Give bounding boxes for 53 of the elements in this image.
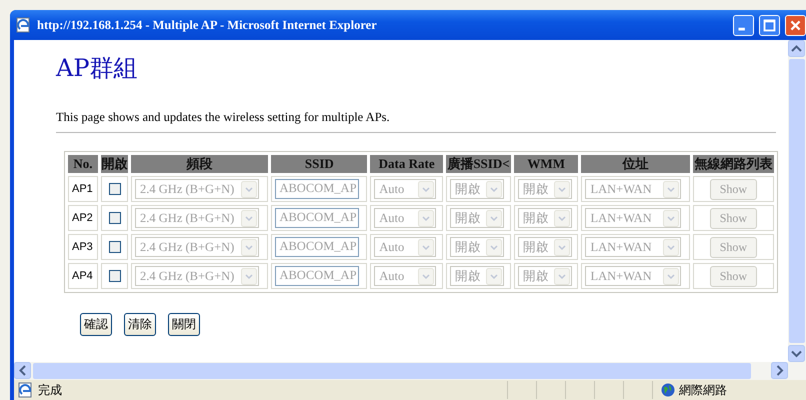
scroll-left-icon[interactable] bbox=[14, 362, 31, 379]
table-cell: AP2 bbox=[68, 205, 98, 231]
globe-icon bbox=[661, 383, 675, 397]
page-icon bbox=[16, 17, 32, 33]
table-cell: AP3 bbox=[68, 234, 98, 260]
table-cell: AP4 bbox=[68, 263, 98, 289]
scrollbar-thumb[interactable] bbox=[789, 59, 805, 343]
scrollbar-thumb[interactable] bbox=[33, 363, 751, 379]
status-text: 完成 bbox=[38, 382, 63, 398]
zone-text: 網際網路 bbox=[679, 382, 727, 398]
caret-icon bbox=[554, 180, 570, 198]
minimize-icon[interactable] bbox=[733, 14, 754, 36]
caret-icon bbox=[663, 210, 680, 226]
caret-icon bbox=[418, 210, 434, 226]
page-icon bbox=[18, 382, 34, 398]
caret-icon bbox=[241, 210, 258, 226]
action-button[interactable]: 確認 bbox=[80, 313, 112, 336]
column-header: WMM bbox=[514, 155, 578, 173]
caret-icon bbox=[241, 268, 258, 284]
caret-icon bbox=[554, 268, 570, 284]
caret-icon bbox=[418, 180, 434, 198]
caret-icon bbox=[554, 238, 570, 256]
column-header: 廣播SSID< bbox=[446, 155, 511, 173]
caret-icon bbox=[418, 238, 434, 256]
caret-icon bbox=[663, 238, 680, 256]
column-header: 頻段 bbox=[131, 155, 268, 173]
scroll-down-icon[interactable] bbox=[788, 345, 805, 362]
caret-icon bbox=[241, 180, 258, 198]
caret-icon bbox=[663, 268, 680, 284]
window-title: http://192.168.1.254 - Multiple AP - Microsoft Internet Explorer bbox=[37, 18, 378, 32]
caret-icon bbox=[241, 238, 258, 256]
column-header: Data Rate bbox=[370, 155, 444, 173]
scroll-up-icon[interactable] bbox=[788, 40, 805, 57]
column-header: 位址 bbox=[581, 155, 690, 173]
action-button[interactable]: 關閉 bbox=[168, 313, 200, 336]
column-header: 開啟 bbox=[100, 155, 128, 173]
action-button[interactable]: 清除 bbox=[124, 313, 156, 336]
page-description: This page shows and updates the wireless setting for multiple APs. bbox=[56, 110, 776, 133]
caret-icon bbox=[663, 180, 680, 198]
maximize-icon[interactable] bbox=[759, 14, 780, 36]
close-icon[interactable] bbox=[785, 14, 806, 36]
caret-icon bbox=[486, 268, 502, 284]
caret-icon bbox=[418, 268, 434, 284]
column-header: SSID bbox=[271, 155, 368, 173]
caret-icon bbox=[486, 210, 502, 226]
table-cell: AP1 bbox=[68, 176, 98, 202]
caret-icon bbox=[486, 180, 502, 198]
caret-icon bbox=[486, 238, 502, 256]
caret-icon bbox=[554, 210, 570, 226]
column-header: No. bbox=[68, 155, 98, 173]
scroll-right-icon[interactable] bbox=[771, 362, 788, 379]
page-heading: AP群組 bbox=[56, 53, 138, 84]
column-header: 無線網路列表 bbox=[692, 155, 774, 173]
